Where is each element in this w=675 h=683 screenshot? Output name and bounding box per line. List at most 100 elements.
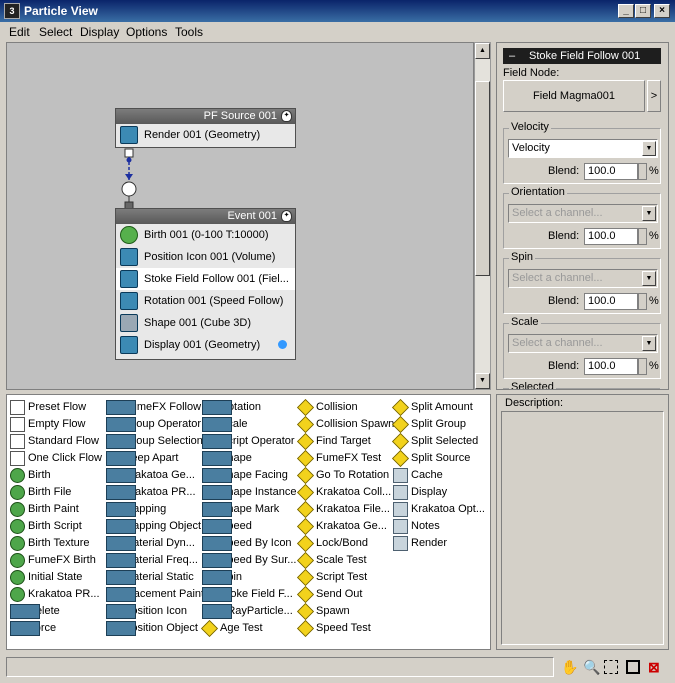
depot-item[interactable]: Script Test bbox=[297, 569, 394, 586]
depot-item[interactable]: Speed By Sur... bbox=[201, 552, 296, 569]
depot-item[interactable]: Spawn bbox=[297, 603, 394, 620]
depot-item[interactable]: Birth Paint bbox=[9, 501, 102, 518]
depot-item[interactable]: Empty Flow bbox=[9, 416, 102, 433]
blend-spinner[interactable]: 100.0 bbox=[584, 163, 638, 180]
spinner-arrows-icon[interactable] bbox=[638, 358, 647, 375]
depot-item[interactable]: Material Dyn... bbox=[105, 535, 204, 552]
operator-row[interactable]: Birth 001 (0-100 T:10000) bbox=[116, 224, 295, 246]
depot-item[interactable]: Birth Texture bbox=[9, 535, 102, 552]
depot-item[interactable]: Birth Script bbox=[9, 518, 102, 535]
spinner-arrows-icon[interactable] bbox=[638, 293, 647, 310]
depot-item[interactable]: Collision Spawn bbox=[297, 416, 394, 433]
blend-spinner[interactable]: 100.0 bbox=[584, 358, 638, 375]
depot-item[interactable]: Split Group bbox=[392, 416, 485, 433]
depot-item[interactable]: Keep Apart bbox=[105, 450, 204, 467]
menu-options[interactable]: Options bbox=[126, 25, 167, 39]
spin-channel-select[interactable]: Select a channel... ▼ bbox=[508, 269, 658, 288]
depot-item[interactable]: Cache bbox=[392, 467, 485, 484]
depot-item[interactable]: Find Target bbox=[297, 433, 394, 450]
depot-item[interactable]: Script Operator bbox=[201, 433, 296, 450]
depot-item[interactable]: Send Out bbox=[297, 586, 394, 603]
depot-item[interactable]: Initial State bbox=[9, 569, 102, 586]
menu-display[interactable]: Display bbox=[80, 25, 119, 39]
zoom-region-icon[interactable] bbox=[604, 660, 618, 674]
depot-item[interactable]: Placement Paint bbox=[105, 586, 204, 603]
menu-edit[interactable]: Edit bbox=[9, 25, 30, 39]
field-arrow-button[interactable]: > bbox=[647, 80, 661, 112]
depot-item[interactable]: Lock/Bond bbox=[297, 535, 394, 552]
chevron-down-icon[interactable]: ▼ bbox=[642, 141, 656, 156]
node-header[interactable]: PF Source 001 ✦ bbox=[116, 109, 295, 124]
spinner-arrows-icon[interactable] bbox=[638, 228, 647, 245]
maximize-button[interactable]: □ bbox=[635, 4, 651, 18]
depot-item[interactable]: Split Selected bbox=[392, 433, 485, 450]
depot-item[interactable]: Krakatoa Coll... bbox=[297, 484, 394, 501]
depot-item[interactable]: Notes bbox=[392, 518, 485, 535]
zoom-icon[interactable]: 🔍 bbox=[583, 659, 600, 676]
field-node-button[interactable]: Field Magma001 bbox=[503, 80, 645, 112]
menu-tools[interactable]: Tools bbox=[175, 25, 203, 39]
depot-item[interactable]: Krakatoa File... bbox=[297, 501, 394, 518]
scroll-thumb[interactable] bbox=[475, 81, 490, 276]
minimize-button[interactable]: _ bbox=[618, 4, 634, 18]
depot-item[interactable]: Split Amount bbox=[392, 399, 485, 416]
depot-item[interactable]: Birth bbox=[9, 467, 102, 484]
depot-item[interactable]: One Click Flow bbox=[9, 450, 102, 467]
depot-item[interactable]: Age Test bbox=[201, 620, 296, 637]
depot-item[interactable]: Standard Flow bbox=[9, 433, 102, 450]
depot-item[interactable]: Birth File bbox=[9, 484, 102, 501]
graph-scrollbar[interactable]: ▲ ▼ bbox=[474, 42, 491, 390]
scroll-up-icon[interactable]: ▲ bbox=[475, 43, 490, 59]
close-button[interactable]: × bbox=[654, 4, 670, 18]
depot-item[interactable]: FumeFX Follow bbox=[105, 399, 204, 416]
depot-item[interactable]: FumeFX Birth bbox=[9, 552, 102, 569]
depot-item[interactable]: Spin bbox=[201, 569, 296, 586]
depot-item[interactable]: Krakatoa PR... bbox=[105, 484, 204, 501]
depot-item[interactable]: Stoke Field F... bbox=[201, 586, 296, 603]
operator-row[interactable]: Position Icon 001 (Volume) bbox=[116, 246, 295, 268]
scale-channel-select[interactable]: Select a channel... ▼ bbox=[508, 334, 658, 353]
event-node[interactable]: Event 001 ✦ Birth 001 (0-100 T:10000) Po… bbox=[115, 208, 296, 360]
depot-item[interactable]: Mapping Object bbox=[105, 518, 204, 535]
scroll-down-icon[interactable]: ▼ bbox=[475, 373, 490, 389]
depot-item[interactable]: Speed bbox=[201, 518, 296, 535]
depot-item[interactable]: FumeFX Test bbox=[297, 450, 394, 467]
depot-item[interactable]: Scale bbox=[201, 416, 296, 433]
bulb-icon[interactable]: ✦ bbox=[281, 210, 292, 222]
depot-item[interactable]: Shape Instance bbox=[201, 484, 296, 501]
rollout-header[interactable]: – Stoke Field Follow 001 bbox=[503, 48, 661, 64]
depot-item[interactable]: Group Operator bbox=[105, 416, 204, 433]
depot-item[interactable]: Render bbox=[392, 535, 485, 552]
depot-item[interactable]: Shape bbox=[201, 450, 296, 467]
depot-item[interactable]: Split Source bbox=[392, 450, 485, 467]
depot-item[interactable]: Krakatoa Opt... bbox=[392, 501, 485, 518]
depot-item[interactable]: Krakatoa Ge... bbox=[105, 467, 204, 484]
depot-item[interactable]: Collision bbox=[297, 399, 394, 416]
depot-item[interactable]: Shape Mark bbox=[201, 501, 296, 518]
depot-item[interactable]: Position Icon bbox=[105, 603, 204, 620]
velocity-channel-select[interactable]: Velocity ▼ bbox=[508, 139, 658, 158]
orientation-channel-select[interactable]: Select a channel... ▼ bbox=[508, 204, 658, 223]
depot-item[interactable]: Go To Rotation bbox=[297, 467, 394, 484]
chevron-down-icon[interactable]: ▼ bbox=[642, 206, 656, 221]
node-header[interactable]: Event 001 ✦ bbox=[116, 209, 295, 224]
operator-row[interactable]: Shape 001 (Cube 3D) bbox=[116, 312, 295, 334]
operator-row-selected[interactable]: Stoke Field Follow 001 (Fiel... bbox=[116, 268, 295, 290]
hand-icon[interactable]: ✋ bbox=[561, 659, 578, 676]
depot-item[interactable]: Scale Test bbox=[297, 552, 394, 569]
depot-item[interactable]: Krakatoa Ge... bbox=[297, 518, 394, 535]
chevron-down-icon[interactable]: ▼ bbox=[642, 336, 656, 351]
depot-item[interactable]: Krakatoa PR... bbox=[9, 586, 102, 603]
operator-row[interactable]: Render 001 (Geometry) bbox=[116, 124, 295, 146]
no-update-icon[interactable]: ⊠ bbox=[648, 659, 660, 676]
particle-graph[interactable]: PF Source 001 ✦ Render 001 (Geometry) Ev… bbox=[6, 42, 474, 390]
operator-row[interactable]: Display 001 (Geometry) bbox=[116, 334, 295, 356]
color-swatch-icon[interactable] bbox=[278, 340, 287, 349]
depot-item[interactable]: VRayParticle... bbox=[201, 603, 296, 620]
depot-item[interactable]: Group Selection bbox=[105, 433, 204, 450]
operator-row[interactable]: Rotation 001 (Speed Follow) bbox=[116, 290, 295, 312]
menu-select[interactable]: Select bbox=[39, 25, 72, 39]
chevron-down-icon[interactable]: ▼ bbox=[642, 271, 656, 286]
zoom-extents-icon[interactable] bbox=[626, 660, 640, 674]
depot-item[interactable]: Rotation bbox=[201, 399, 296, 416]
